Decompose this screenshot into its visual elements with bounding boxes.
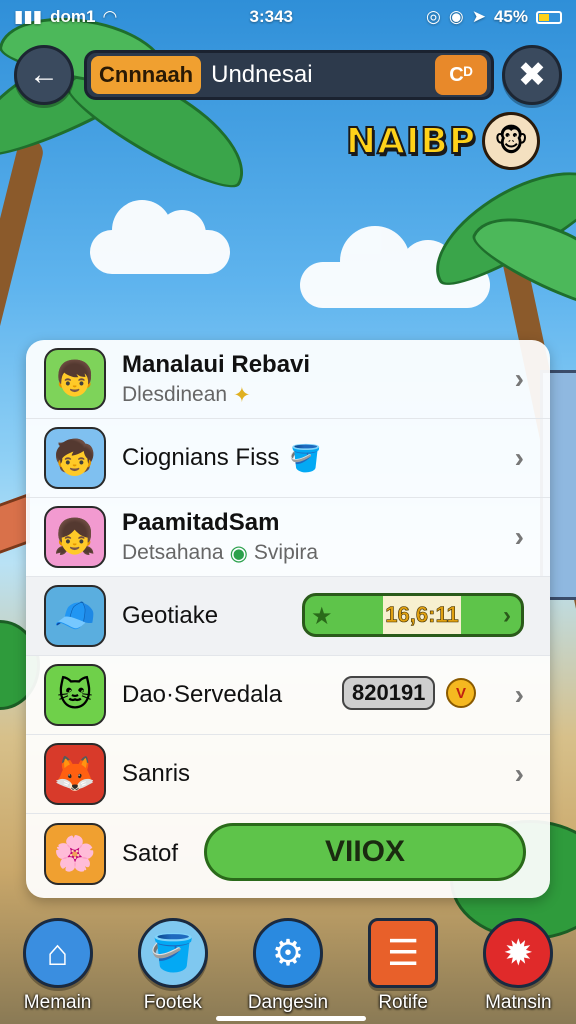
score-badge: 820191: [342, 676, 436, 710]
search-input[interactable]: Undnesai: [211, 61, 435, 89]
brand-title: NAIBP: [345, 120, 477, 163]
list-item[interactable]: 👦 Manalaui Rebavi Dlesdinean ✦ ›: [26, 340, 550, 419]
navigation-icon: ➤: [471, 7, 486, 26]
nav-label: Memain: [23, 992, 92, 1013]
coin-icon: V: [446, 678, 476, 708]
star-icon: ★: [311, 603, 333, 630]
cap-boy-avatar-icon: 🧢: [44, 585, 106, 647]
list-item[interactable]: 🐱 Dao·Servedala 820191 V ›: [26, 656, 550, 735]
arrow-left-icon: ←: [29, 58, 59, 91]
chevron-right-icon: ›: [514, 679, 524, 710]
flower-avatar-icon: 🌸: [44, 822, 106, 885]
list-item-title: Geotiake: [122, 602, 219, 629]
list-item-title: Ciognians Fiss: [122, 444, 280, 471]
bottom-navigation: ⌂ Memain 🪣 Footek ⚙ Dangesin ☰ Rotife ✹ …: [0, 912, 576, 1024]
list-item-subtitle: Detsahana: [122, 541, 224, 564]
chevron-right-icon: ›: [514, 363, 524, 394]
nav-label: Footek: [143, 992, 202, 1013]
home-icon: ⌂: [22, 918, 93, 988]
search-bar[interactable]: Cnnnaah Undnesai Cᴰ: [84, 50, 494, 100]
search-chip[interactable]: Cnnnaah: [91, 56, 202, 94]
action-button[interactable]: VIIOX: [204, 823, 526, 881]
chevron-right-icon: ›: [514, 521, 524, 552]
chevron-right-icon: ›: [514, 442, 524, 473]
close-icon: ✖: [517, 56, 547, 94]
status-dot-icon: ◉: [229, 541, 248, 565]
settings-icon: ✹: [483, 918, 554, 988]
progress-value: 16,6:11: [383, 596, 461, 634]
list-item[interactable]: 🦊 Sanris ›: [26, 735, 550, 814]
status-bar: ▮▮▮ dom1 ◠ 3:343 ◎ ◉ ➤ 45%: [0, 0, 576, 34]
fox-avatar-icon: 🦊: [44, 743, 106, 805]
nav-item-dangesin[interactable]: ⚙ Dangesin: [233, 918, 343, 1014]
list-item-title: Sanris: [122, 760, 191, 787]
search-action-button[interactable]: Cᴰ: [435, 55, 487, 95]
chevron-right-icon: ›: [503, 602, 511, 629]
nav-item-footek[interactable]: 🪣 Footek: [118, 918, 228, 1014]
girl-avatar-icon: 👧: [44, 506, 106, 568]
boy-avatar-icon: 👦: [44, 348, 106, 410]
close-button[interactable]: ✖: [502, 45, 562, 105]
sparkle-icon: ✦: [233, 383, 251, 407]
list-item[interactable]: 🧒 Ciognians Fiss 🪣 ›: [26, 419, 550, 498]
wifi-icon: ◠: [103, 7, 117, 26]
boy-curly-avatar-icon: 🧒: [44, 427, 106, 489]
back-button[interactable]: ←: [14, 45, 74, 105]
list-item-title: Satof: [122, 839, 179, 867]
gear-icon: ⚙: [252, 918, 323, 988]
chevron-right-icon: ›: [514, 758, 524, 789]
cat-avatar-icon: 🐱: [44, 664, 106, 726]
list-item-subtitle: Dlesdinean: [122, 383, 228, 406]
bucket-icon: 🪣: [137, 918, 208, 988]
nav-label: Rotife: [378, 992, 428, 1013]
nav-item-memain[interactable]: ⌂ Memain: [3, 918, 113, 1014]
subtitle-badge: Svipira: [253, 541, 319, 564]
list-item-title: Manalaui Rebavi: [122, 350, 311, 378]
brand-logo: NAIBP 🐵: [345, 112, 541, 170]
list-item[interactable]: 🧢 Geotiake ★ 16,6:11 ›: [26, 577, 550, 656]
list-item[interactable]: 🌸 Satof VIIOX: [26, 814, 550, 893]
battery-icon: [535, 10, 562, 24]
progress-pill[interactable]: ★ 16,6:11 ›: [302, 593, 524, 637]
nav-label: Matnsin: [485, 992, 552, 1013]
list-icon: ☰: [368, 918, 439, 988]
carrier-label: dom1: [50, 7, 96, 26]
nav-item-matnsin[interactable]: ✹ Matnsin: [463, 918, 573, 1014]
list-item-title: PaamitadSam: [122, 508, 280, 536]
signal-icon: ▮▮▮: [14, 7, 43, 26]
home-indicator[interactable]: [216, 1016, 366, 1021]
alarm-icon: ◉: [448, 7, 464, 26]
friend-list-panel: 👦 Manalaui Rebavi Dlesdinean ✦ › 🧒 Ciogn…: [26, 340, 550, 898]
nav-label: Dangesin: [247, 992, 329, 1013]
battery-percent: 45%: [493, 7, 528, 26]
list-item[interactable]: 👧 PaamitadSam Detsahana ◉ Svipira ›: [26, 498, 550, 577]
clock: 3:343: [249, 7, 293, 26]
cloud: [90, 200, 230, 274]
location-icon: ◎: [426, 7, 441, 26]
list-item-title: Dao·Servedala: [122, 681, 283, 708]
monkey-mascot-icon: 🐵: [482, 112, 541, 170]
top-bar: ← Cnnnaah Undnesai Cᴰ ✖: [14, 44, 562, 106]
nav-item-rotife[interactable]: ☰ Rotife: [348, 918, 458, 1014]
bucket-icon: 🪣: [289, 442, 322, 473]
